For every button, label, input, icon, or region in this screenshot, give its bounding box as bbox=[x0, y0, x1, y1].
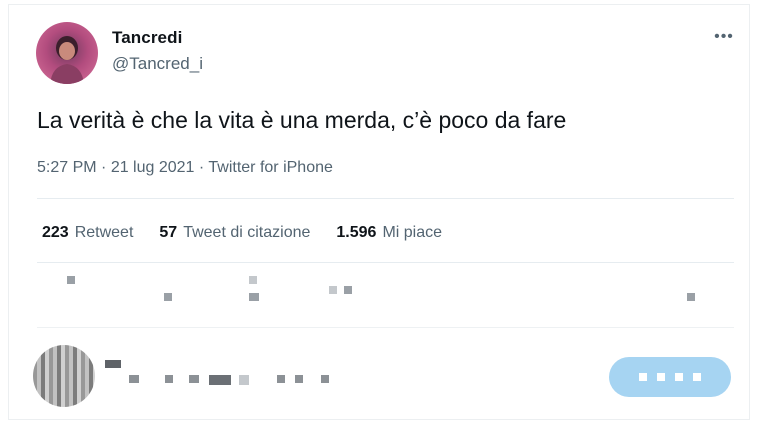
user-handle[interactable]: @Tancred_i bbox=[112, 54, 203, 74]
reply-input-placeholder-part bbox=[189, 375, 199, 383]
bookmark-icon[interactable] bbox=[687, 293, 695, 301]
tweet-stats: 223 Retweet 57 Tweet di citazione 1.596 … bbox=[42, 224, 442, 242]
tweet-card: Tancredi @Tancred_i ••• La verità è che … bbox=[8, 4, 750, 420]
share-icon-part bbox=[344, 286, 352, 294]
reply-icon[interactable] bbox=[67, 276, 75, 284]
reply-button-label-part bbox=[639, 373, 647, 381]
like-icon[interactable] bbox=[249, 276, 257, 284]
reply-input-placeholder-part bbox=[129, 375, 139, 383]
reply-input-placeholder-part bbox=[239, 375, 249, 385]
share-icon[interactable] bbox=[329, 286, 337, 294]
reply-input-placeholder-part bbox=[321, 375, 329, 383]
reply-input-placeholder-part bbox=[277, 375, 285, 383]
display-name[interactable]: Tancredi bbox=[112, 28, 182, 48]
tweet-source[interactable]: Twitter for iPhone bbox=[208, 159, 333, 176]
reply-button-label-part bbox=[657, 373, 665, 381]
like-count-value: 1.596 bbox=[336, 224, 377, 241]
avatar-portrait-icon bbox=[50, 36, 84, 84]
tweet-time[interactable]: 5:27 PM bbox=[37, 159, 97, 176]
reply-button[interactable] bbox=[609, 357, 731, 397]
reply-button-label-part bbox=[693, 373, 701, 381]
meta-separator: · bbox=[194, 159, 209, 176]
quote-tweet-count-value: 57 bbox=[159, 224, 178, 241]
quote-tweet-count[interactable]: 57 Tweet di citazione bbox=[159, 224, 310, 242]
retweet-icon[interactable] bbox=[164, 293, 172, 301]
reply-input-placeholder[interactable] bbox=[105, 360, 121, 368]
divider bbox=[37, 262, 734, 263]
meta-separator: · bbox=[96, 159, 111, 176]
like-count-label: Mi piace bbox=[382, 224, 443, 241]
tweet-metadata: 5:27 PM · 21 lug 2021 · Twitter for iPho… bbox=[37, 159, 333, 177]
reply-avatar bbox=[33, 345, 95, 407]
retweet-count-value: 223 bbox=[42, 224, 69, 241]
retweet-count-label: Retweet bbox=[74, 224, 134, 241]
reply-input-placeholder-part bbox=[295, 375, 303, 383]
divider bbox=[37, 198, 734, 199]
like-icon-part bbox=[249, 293, 259, 301]
more-horizontal-icon[interactable]: ••• bbox=[709, 25, 739, 49]
like-count[interactable]: 1.596 Mi piace bbox=[336, 224, 442, 242]
reply-input-placeholder-part bbox=[165, 375, 173, 383]
divider bbox=[37, 327, 734, 328]
reply-button-label-part bbox=[675, 373, 683, 381]
tweet-text: La verità è che la vita è una merda, c’è… bbox=[37, 107, 567, 133]
reply-input-placeholder-part bbox=[209, 375, 231, 385]
tweet-date[interactable]: 21 lug 2021 bbox=[111, 159, 195, 176]
retweet-count[interactable]: 223 Retweet bbox=[42, 224, 133, 242]
quote-tweet-count-label: Tweet di citazione bbox=[183, 224, 311, 241]
profile-avatar[interactable] bbox=[36, 22, 98, 84]
